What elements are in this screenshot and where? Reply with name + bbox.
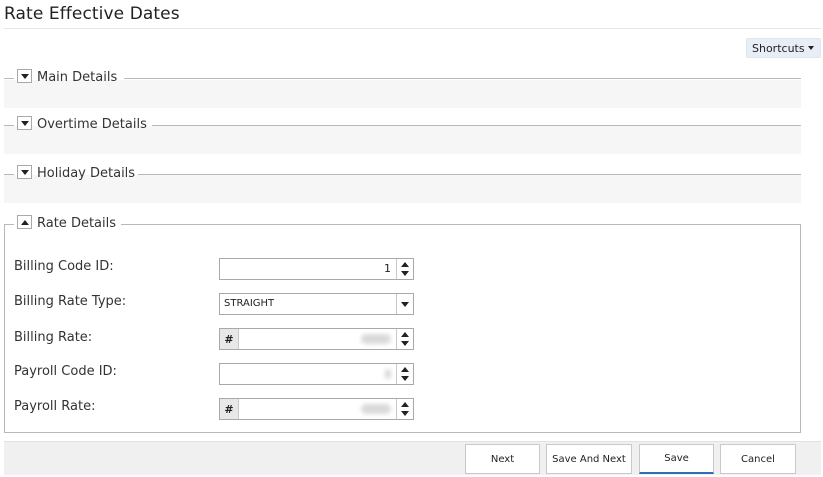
section-divider [124,78,801,79]
billing-code-id-stepper[interactable] [396,259,413,279]
section-divider [4,125,14,126]
section-divider [121,224,801,225]
section-label-rate-details: Rate Details [37,216,117,231]
section-rate-details: Rate Details [4,212,801,232]
collapse-icon [20,219,29,225]
next-button[interactable]: Next [465,444,540,474]
decrement-arrow-icon[interactable] [401,271,409,276]
section-divider [4,78,14,79]
payroll-code-id-stepper[interactable] [396,364,413,384]
section-holiday-details: Holiday Details [4,162,801,204]
save-button[interactable]: Save [639,444,714,474]
expand-icon [20,169,29,175]
redacted-value [361,334,391,344]
increment-arrow-icon[interactable] [401,367,409,372]
section-main-details: Main Details [4,66,801,108]
collapse-toggle-rate-details[interactable] [17,215,32,229]
payroll-rate-stepper[interactable] [396,399,413,419]
shortcuts-label: Shortcuts [752,41,805,55]
payroll-rate-label: Payroll Rate: [14,399,96,414]
section-label-overtime-details: Overtime Details [37,117,147,132]
billing-rate-type-value: STRAIGHT [224,298,275,309]
section-band [4,80,801,108]
section-divider [4,174,14,175]
section-label-holiday-details: Holiday Details [37,166,136,181]
expand-toggle-main-details[interactable] [17,69,32,83]
payroll-rate-prefix: # [220,399,239,419]
title-divider [4,28,821,29]
expand-icon [20,73,29,79]
redacted-value [385,369,391,379]
decrement-arrow-icon[interactable] [401,376,409,381]
billing-code-id-label: Billing Code ID: [14,259,114,274]
expand-toggle-overtime-details[interactable] [17,116,32,130]
section-divider [138,174,801,175]
expand-toggle-holiday-details[interactable] [17,165,32,179]
increment-arrow-icon[interactable] [401,332,409,337]
billing-rate-prefix: # [220,329,239,349]
redacted-value [361,404,391,414]
cancel-button[interactable]: Cancel [720,444,796,474]
payroll-code-id-field[interactable] [219,363,414,385]
billing-code-id-value: 1 [384,262,391,275]
increment-arrow-icon[interactable] [401,402,409,407]
section-divider [4,224,14,225]
section-label-main-details: Main Details [37,70,118,85]
page-title: Rate Effective Dates [4,4,180,24]
save-and-next-button[interactable]: Save And Next [546,444,632,474]
payroll-rate-field[interactable]: # [219,398,414,420]
dropdown-button[interactable] [396,294,413,314]
billing-rate-label: Billing Rate: [14,330,93,345]
billing-rate-field[interactable]: # [219,328,414,350]
section-divider [152,125,801,126]
expand-icon [20,120,29,126]
billing-rate-type-select[interactable]: STRAIGHT [219,293,414,315]
chevron-down-icon [401,302,409,307]
increment-arrow-icon[interactable] [401,262,409,267]
chevron-down-icon [808,46,814,50]
payroll-code-id-label: Payroll Code ID: [14,364,117,379]
shortcuts-dropdown[interactable]: Shortcuts [746,38,821,58]
decrement-arrow-icon[interactable] [401,341,409,346]
billing-rate-type-label: Billing Rate Type: [14,294,127,309]
billing-code-id-field[interactable]: 1 [219,258,414,280]
section-overtime-details: Overtime Details [4,113,801,155]
decrement-arrow-icon[interactable] [401,411,409,416]
billing-rate-stepper[interactable] [396,329,413,349]
